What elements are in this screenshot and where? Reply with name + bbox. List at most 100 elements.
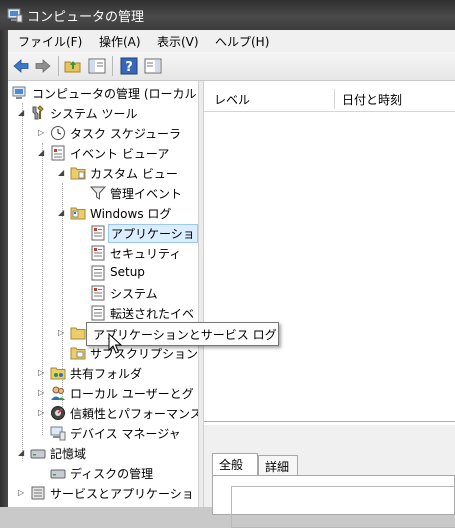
collapsed-arrow-icon[interactable]: ▷	[18, 488, 26, 498]
tree-item-storage[interactable]: ◢ 記憶域	[18, 443, 198, 463]
tree-item-label: アプリケーショ	[108, 224, 198, 243]
expanded-arrow-icon[interactable]: ◢	[18, 108, 26, 118]
tree-item-label: デバイス マネージャ	[70, 427, 181, 441]
column-separator[interactable]	[334, 89, 335, 109]
tree-item-label: 管理イベント	[110, 187, 183, 201]
tree-item-label: イベント ビューア	[70, 147, 170, 161]
tree-item-custom-views[interactable]: ◢ カスタム ビュー	[58, 163, 198, 183]
folder-icon	[70, 207, 86, 220]
tree-item-services-applications[interactable]: ▷ サービスとアプリケーショ	[18, 483, 198, 503]
filter-icon	[90, 186, 106, 200]
tree-item-task-scheduler[interactable]: ▷ タスク スケジューラ	[38, 123, 198, 143]
svg-text:?: ?	[125, 60, 133, 75]
event-viewer-icon	[51, 145, 65, 161]
log-icon	[91, 245, 105, 261]
tab-details[interactable]: 詳細	[258, 455, 298, 475]
menu-action[interactable]: 操作(A)	[99, 33, 141, 50]
collapsed-arrow-icon[interactable]: ▷	[38, 388, 46, 398]
tree-item-admin-events[interactable]: 管理イベント	[78, 183, 198, 203]
column-header-date-time[interactable]: 日付と時刻	[342, 91, 402, 108]
collapsed-arrow-icon[interactable]: ▷	[38, 128, 46, 138]
column-header-row: レベル 日付と時刻	[204, 87, 455, 112]
tree-item-label: Windows ログ	[90, 207, 172, 221]
collapsed-arrow-icon[interactable]: ▷	[58, 328, 66, 338]
tree-item-label: システム	[110, 287, 158, 301]
device-manager-icon	[50, 426, 66, 441]
toolbar-separator	[112, 56, 113, 76]
tree-item-system-tools[interactable]: ◢ システム ツール	[18, 103, 198, 123]
menu-help[interactable]: ヘルプ(H)	[215, 33, 269, 50]
toolbar: ?	[8, 52, 455, 81]
tree-item-disk-management[interactable]: ディスクの管理	[38, 463, 198, 483]
details-tab-body	[212, 475, 455, 528]
tree-item-label: ディスクの管理	[70, 467, 154, 481]
log-icon	[91, 285, 105, 301]
users-icon	[51, 386, 65, 400]
menu-bar: ファイル(F) 操作(A) 表示(V) ヘルプ(H)	[8, 30, 455, 53]
tree-item-windows-logs[interactable]: ◢ Windows ログ	[58, 203, 198, 223]
tree-item-device-manager[interactable]: デバイス マネージャ	[38, 423, 198, 443]
menu-file[interactable]: ファイル(F)	[18, 33, 82, 50]
toolbar-separator	[58, 56, 59, 76]
tree-item-label: サービスとアプリケーショ	[50, 487, 194, 501]
show-hide-tree-icon[interactable]	[88, 57, 106, 75]
tree-item-computer-management[interactable]: コンピュータの管理 (ローカル	[8, 83, 198, 103]
computer-management-icon	[12, 86, 26, 99]
tree-item-shared-folders[interactable]: ▷ 共有フォルダ	[38, 363, 198, 383]
computer-management-window: コンピュータの管理 ファイル(F) 操作(A) 表示(V) ヘルプ(H) ? コ…	[0, 0, 455, 528]
log-icon	[91, 225, 105, 241]
tree-item-reliability-performance[interactable]: ▷ 信頼性とパフォーマンス	[38, 403, 198, 423]
tree-item-event-viewer[interactable]: ◢ イベント ビューア	[38, 143, 198, 163]
tree-item-application-log[interactable]: アプリケーショ	[78, 223, 198, 243]
show-action-pane-icon[interactable]	[144, 57, 162, 75]
services-icon	[31, 486, 45, 500]
tree-item-label: タスク スケジューラ	[70, 127, 181, 141]
subscription-icon	[70, 347, 86, 360]
tree-item-forwarded-events[interactable]: 転送されたイベ	[78, 303, 198, 323]
window-frame	[0, 30, 8, 507]
tree-item-label: 共有フォルダ	[70, 367, 143, 381]
folder-icon	[70, 327, 86, 340]
up-folder-icon[interactable]	[64, 57, 82, 75]
tab-general[interactable]: 全般	[212, 453, 258, 475]
mouse-cursor-icon	[108, 333, 122, 354]
tree-item-label: 記憶域	[50, 447, 87, 461]
clock-icon	[51, 126, 65, 140]
expanded-arrow-icon[interactable]: ◢	[38, 148, 46, 158]
tree-item-security-log[interactable]: セキュリティ	[78, 243, 198, 263]
tree-item-label: Setup	[110, 265, 145, 279]
tree-item-label: 信頼性とパフォーマンス	[70, 407, 198, 421]
expanded-arrow-icon[interactable]: ◢	[58, 208, 66, 218]
expanded-arrow-icon[interactable]: ◢	[58, 168, 66, 178]
tree-item-label: カスタム ビュー	[90, 167, 178, 181]
tree-item-label: 転送されたイベ	[110, 307, 195, 321]
shared-folder-icon	[50, 367, 66, 380]
collapsed-arrow-icon[interactable]: ▷	[38, 368, 46, 378]
expanded-arrow-icon[interactable]: ◢	[18, 448, 26, 458]
tree-item-label: コンピュータの管理 (ローカル	[32, 87, 197, 101]
log-icon	[91, 305, 105, 321]
window-title: コンピュータの管理	[27, 10, 145, 25]
navigation-tree[interactable]: コンピュータの管理 (ローカル ◢ システム ツール ▷ タスク スケジューラ …	[8, 81, 198, 507]
tree-connector	[22, 103, 23, 461]
forward-arrow-icon[interactable]	[34, 57, 52, 75]
tree-item-label: システム ツール	[50, 107, 138, 121]
event-details-pane: 全般 詳細	[204, 425, 455, 528]
tree-item-local-users-groups[interactable]: ▷ ローカル ユーザーとグ	[38, 383, 198, 403]
menu-view[interactable]: 表示(V)	[157, 33, 199, 50]
folder-icon	[70, 167, 86, 180]
tree-item-label: セキュリティ	[110, 247, 182, 261]
storage-icon	[30, 449, 46, 459]
help-icon[interactable]: ?	[120, 57, 138, 75]
disk-icon	[50, 469, 66, 479]
tree-item-system-log[interactable]: システム	[78, 283, 198, 303]
column-header-level[interactable]: レベル	[214, 91, 250, 108]
tree-item-subscriptions[interactable]: サブスクリプション	[58, 343, 198, 363]
back-arrow-icon[interactable]	[12, 57, 30, 75]
performance-icon	[51, 406, 65, 420]
tree-item-setup-log[interactable]: Setup	[78, 263, 198, 283]
title-bar[interactable]: コンピュータの管理	[0, 0, 455, 30]
log-icon	[91, 265, 105, 281]
collapsed-arrow-icon[interactable]: ▷	[38, 408, 46, 418]
event-list-pane[interactable]: レベル 日付と時刻	[204, 81, 455, 422]
